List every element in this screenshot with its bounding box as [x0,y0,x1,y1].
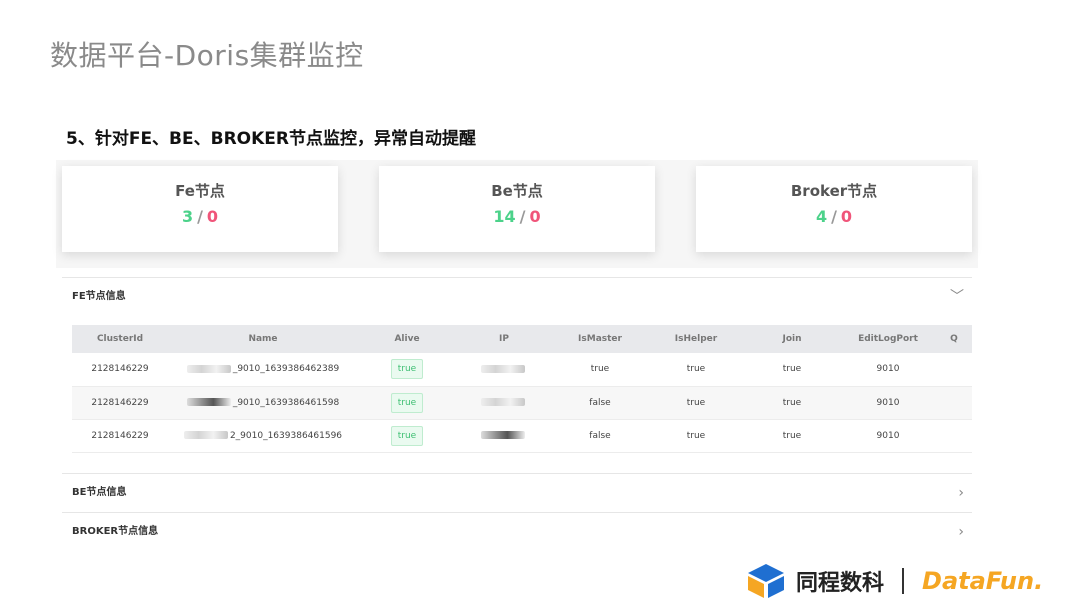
cluster-id-cell: 2128146229 [72,353,168,387]
alive-badge: true [390,392,424,413]
is-helper-cell: true [648,353,744,387]
stat-name: Broker节点 [790,182,878,200]
empty-cell [936,419,972,453]
column-header: Name [168,325,358,353]
name-text: _9010_1639386461598 [232,397,340,408]
be-section-label: BE节点信息 [72,487,127,498]
ip-cell [456,419,552,453]
slide-title: 数据平台-Doris集群监控 [50,39,364,72]
port-cell: 9010 [840,419,936,453]
column-header: Q [936,325,972,353]
stat-bad-count: 0 [206,207,219,226]
redacted-block [186,398,231,406]
stat-separator: / [197,207,203,226]
stat-value: 3/0 [62,207,338,226]
redacted-block [186,364,231,373]
cluster-id-cell: 2128146229 [72,386,168,420]
is-master-cell: true [552,353,648,387]
stat-ok-count: 4 [815,207,828,226]
port-cell: 9010 [840,353,936,387]
broker-section-label: BROKER节点信息 [72,526,159,537]
monitor-panel: Fe节点 3/0 Be节点 14/0 Broker节点 4/0 FE节点信息 ﹀ [56,160,978,555]
fe-section-label: FE节点信息 [72,291,126,302]
stat-bad-count: 0 [529,207,541,226]
name-cell: _9010_1639386461598 [168,386,358,420]
ip-cell [456,353,552,387]
column-header: Alive [358,325,456,353]
alive-badge: true [390,359,424,380]
broker-section-header[interactable]: BROKER节点信息 › [62,512,972,550]
datafun-logo: DataFun. [922,567,1044,595]
alive-cell: true [358,419,456,453]
join-cell: true [744,353,840,387]
name-text: 2_9010_1639386461596 [229,430,343,441]
stat-bad-count: 0 [840,207,853,226]
is-master-cell: false [552,386,648,420]
port-cell: 9010 [840,386,936,420]
empty-cell [936,353,972,387]
be-section-header[interactable]: BE节点信息 › [62,473,972,511]
stat-value: 4/0 [696,207,972,226]
be-stat-card: Be节点 14/0 [379,166,655,252]
table-header-row: ClusterId Name Alive IP IsMaster IsHelpe… [72,325,972,353]
join-cell: true [744,386,840,420]
column-header: EditLogPort [840,325,936,353]
cluster-id-cell: 2128146229 [72,419,168,453]
alive-badge: true [390,425,424,446]
tongcheng-cube-logo [744,562,788,600]
broker-stat-card: Broker节点 4/0 [696,166,972,252]
column-header: IsMaster [552,325,648,353]
logo-divider [902,568,905,594]
stat-name: Be节点 [491,182,543,200]
is-master-cell: false [552,419,648,453]
redacted-block [481,364,525,373]
join-cell: true [744,419,840,453]
slide-subtitle: 5、针对FE、BE、BROKER节点监控，异常自动提醒 [66,129,476,149]
is-helper-cell: true [648,386,744,420]
stat-row: Fe节点 3/0 Be节点 14/0 Broker节点 4/0 [56,160,978,268]
footer-logos: 同程数科 DataFun. [744,562,1043,600]
column-header: IP [456,325,552,353]
stat-name: Fe节点 [175,182,225,200]
fe-stat-card: Fe节点 3/0 [62,166,338,252]
brand-name: 同程数科 [796,571,885,596]
ip-cell [456,386,552,420]
alive-cell: true [358,386,456,420]
column-header: Join [744,325,840,353]
name-cell: 2_9010_1639386461596 [168,419,358,453]
fe-node-table: ClusterId Name Alive IP IsMaster IsHelpe… [72,325,972,453]
stat-value: 14/0 [379,207,655,226]
column-header: IsHelper [648,325,744,353]
table-row: 2128146229 _9010_1639386461598 true fals… [72,386,972,420]
redacted-block [481,398,525,406]
alive-cell: true [358,353,456,387]
name-cell: _9010_1639386462389 [168,353,358,387]
is-helper-cell: true [648,419,744,453]
stat-separator: / [831,207,837,226]
table-row: 2128146229 2_9010_1639386461596 true fal… [72,419,972,453]
chevron-down-icon[interactable]: ﹀ [950,278,964,316]
redacted-block [183,431,228,439]
name-text: _9010_1639386462389 [232,364,340,375]
chevron-right-icon[interactable]: › [958,474,964,512]
stat-ok-count: 3 [181,207,194,226]
stat-ok-count: 14 [493,207,516,226]
chevron-right-icon[interactable]: › [958,513,964,551]
redacted-block [481,431,525,439]
stat-separator: / [519,207,526,226]
column-header: ClusterId [72,325,168,353]
fe-section-header[interactable]: FE节点信息 ﹀ [62,277,972,315]
table-row: 2128146229 _9010_1639386462389 true true… [72,353,972,387]
empty-cell [936,386,972,420]
